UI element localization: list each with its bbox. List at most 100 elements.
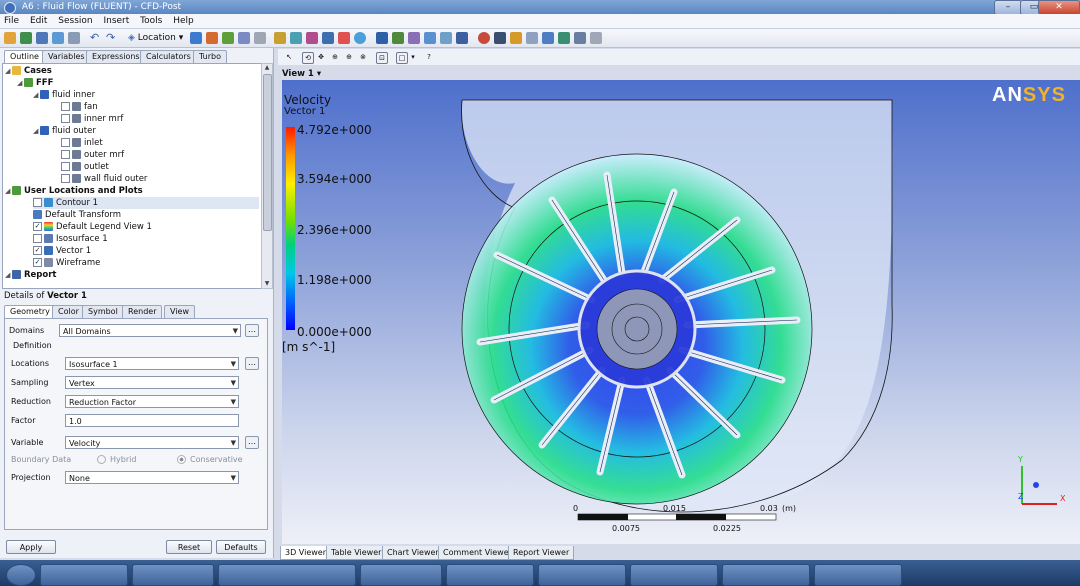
zoom-icon[interactable]: ⊕ xyxy=(330,52,340,62)
scroll-down-icon[interactable]: ▼ xyxy=(263,280,271,288)
reset-button[interactable]: Reset xyxy=(166,540,212,554)
tree-item-user-locations[interactable]: ◢ User Locations and Plots xyxy=(5,185,143,197)
taskbar-item[interactable] xyxy=(132,564,214,586)
undo-icon[interactable]: ↶ xyxy=(90,32,102,44)
domains-browse-button[interactable]: … xyxy=(245,324,259,337)
viewport-layout-icon[interactable]: □ xyxy=(396,52,408,64)
tab-color[interactable]: Color xyxy=(52,305,85,318)
zoom-box-icon[interactable]: ⊕ xyxy=(344,52,354,62)
visibility-checkbox[interactable] xyxy=(61,162,70,171)
start-button[interactable] xyxy=(6,564,36,586)
visibility-checkbox[interactable] xyxy=(33,234,42,243)
factor-input[interactable]: 1.0 xyxy=(65,414,239,427)
select-icon[interactable]: ↖ xyxy=(284,52,294,62)
tree-item-fff[interactable]: ◢ FFF xyxy=(17,77,53,89)
apply-button[interactable]: Apply xyxy=(6,540,56,554)
taskbar-item[interactable] xyxy=(40,564,128,586)
tab-outline[interactable]: Outline xyxy=(4,50,45,64)
location-menu-button[interactable]: ◈ Location ▾ xyxy=(128,31,183,45)
quick-editor-icon[interactable] xyxy=(510,32,522,44)
zoom-fit-icon[interactable]: ⊗ xyxy=(358,52,368,62)
taskbar-item[interactable] xyxy=(446,564,534,586)
close-button[interactable]: ✕ xyxy=(1038,0,1080,15)
function-calculator-icon[interactable] xyxy=(542,32,554,44)
tree-item-vector-1[interactable]: Vector 1 xyxy=(33,245,91,257)
visibility-checkbox[interactable] xyxy=(61,114,70,123)
clip-plane-icon[interactable] xyxy=(338,32,350,44)
macro-calculator-icon[interactable] xyxy=(558,32,570,44)
tab-calculators[interactable]: Calculators xyxy=(140,50,197,63)
tree-item-contour-1[interactable]: Contour 1 xyxy=(33,197,259,209)
text-icon[interactable] xyxy=(274,32,286,44)
projection-select[interactable]: None ▼ xyxy=(65,471,239,484)
tree-item-wall-fluid-outer[interactable]: wall fluid outer xyxy=(61,173,147,185)
tree-item-wireframe[interactable]: Wireframe xyxy=(33,257,100,269)
tree-item-outer-mrf[interactable]: outer mrf xyxy=(61,149,124,161)
comment-icon[interactable] xyxy=(440,32,452,44)
save-icon[interactable] xyxy=(52,32,64,44)
menu-session[interactable]: Session xyxy=(58,16,92,26)
table-icon[interactable] xyxy=(408,32,420,44)
tab-geometry[interactable]: Geometry xyxy=(4,305,56,319)
pan-icon[interactable]: ✥ xyxy=(316,52,326,62)
chart-icon[interactable] xyxy=(424,32,436,44)
view-selector[interactable]: View 1 ▾ xyxy=(282,68,321,80)
tree-item-cases[interactable]: ◢ Cases xyxy=(5,65,52,77)
taskbar-item[interactable] xyxy=(360,564,442,586)
variable-select[interactable]: Velocity ▼ xyxy=(65,436,239,449)
menu-help[interactable]: Help xyxy=(173,16,194,26)
tree-item-outlet[interactable]: outlet xyxy=(61,161,109,173)
tab-symbol[interactable]: Symbol xyxy=(82,305,124,318)
menu-file[interactable]: File xyxy=(4,16,19,26)
tab-turbo[interactable]: Turbo xyxy=(193,50,228,63)
tree-item-fluid-inner[interactable]: ◢ fluid inner xyxy=(33,89,95,101)
visibility-checkbox[interactable] xyxy=(61,102,70,111)
instance-transform-icon[interactable] xyxy=(322,32,334,44)
visibility-checkbox[interactable] xyxy=(33,198,42,207)
scroll-up-icon[interactable]: ▲ xyxy=(263,64,271,72)
domains-select[interactable]: All Domains ▼ xyxy=(59,324,241,337)
print-icon[interactable] xyxy=(68,32,80,44)
minimize-button[interactable]: – xyxy=(994,0,1022,15)
outline-scrollbar[interactable]: ▲ ▼ xyxy=(261,63,273,289)
scrollbar-thumb[interactable] xyxy=(263,74,272,231)
locations-browse-button[interactable]: … xyxy=(245,357,259,370)
visibility-checkbox[interactable] xyxy=(61,174,70,183)
visibility-checkbox[interactable] xyxy=(61,138,70,147)
open-icon[interactable] xyxy=(36,32,48,44)
load-results-icon[interactable] xyxy=(20,32,32,44)
tree-item-isosurface-1[interactable]: Isosurface 1 xyxy=(33,233,108,245)
tree-item-fan[interactable]: fan xyxy=(61,101,98,113)
animation-icon[interactable] xyxy=(494,32,506,44)
tree-item-default-legend[interactable]: Default Legend View 1 xyxy=(33,221,152,233)
reduction-select[interactable]: Reduction Factor ▼ xyxy=(65,395,239,408)
tab-table-viewer[interactable]: Table Viewer xyxy=(326,546,387,560)
taskbar-item[interactable] xyxy=(814,564,902,586)
hybrid-radio[interactable]: Hybrid xyxy=(97,454,136,466)
tree-item-report[interactable]: ◢ Report xyxy=(5,269,57,281)
particle-track-icon[interactable] xyxy=(238,32,250,44)
visibility-checkbox[interactable] xyxy=(61,150,70,159)
tree-item-inner-mrf[interactable]: inner mrf xyxy=(61,113,123,125)
case-comparison-icon[interactable] xyxy=(590,32,602,44)
visibility-checkbox[interactable] xyxy=(33,222,42,231)
tab-report-viewer[interactable]: Report Viewer xyxy=(508,546,575,560)
menu-insert[interactable]: Insert xyxy=(103,16,129,26)
tab-3d-viewer[interactable]: 3D Viewer xyxy=(280,546,331,560)
reset-view-icon[interactable]: ⊡ xyxy=(376,52,388,64)
tab-view[interactable]: View xyxy=(164,305,195,318)
expand-icon[interactable]: ◢ xyxy=(5,269,12,281)
rotate-icon[interactable]: ⟲ xyxy=(302,52,314,64)
conservative-radio[interactable]: Conservative xyxy=(177,454,243,466)
volume-rendering-icon[interactable] xyxy=(254,32,266,44)
streamline-icon[interactable] xyxy=(222,32,234,44)
3d-viewport[interactable] xyxy=(282,80,1080,544)
variable-icon[interactable] xyxy=(376,32,388,44)
tab-expressions[interactable]: Expressions xyxy=(86,50,146,63)
expand-icon[interactable]: ◢ xyxy=(5,65,12,77)
tree-item-default-transform[interactable]: Default Transform xyxy=(33,209,121,221)
tree-item-fluid-outer[interactable]: ◢ fluid outer xyxy=(33,125,96,137)
tab-chart-viewer[interactable]: Chart Viewer xyxy=(382,546,444,560)
contour-icon[interactable] xyxy=(206,32,218,44)
taskbar-item[interactable] xyxy=(218,564,356,586)
